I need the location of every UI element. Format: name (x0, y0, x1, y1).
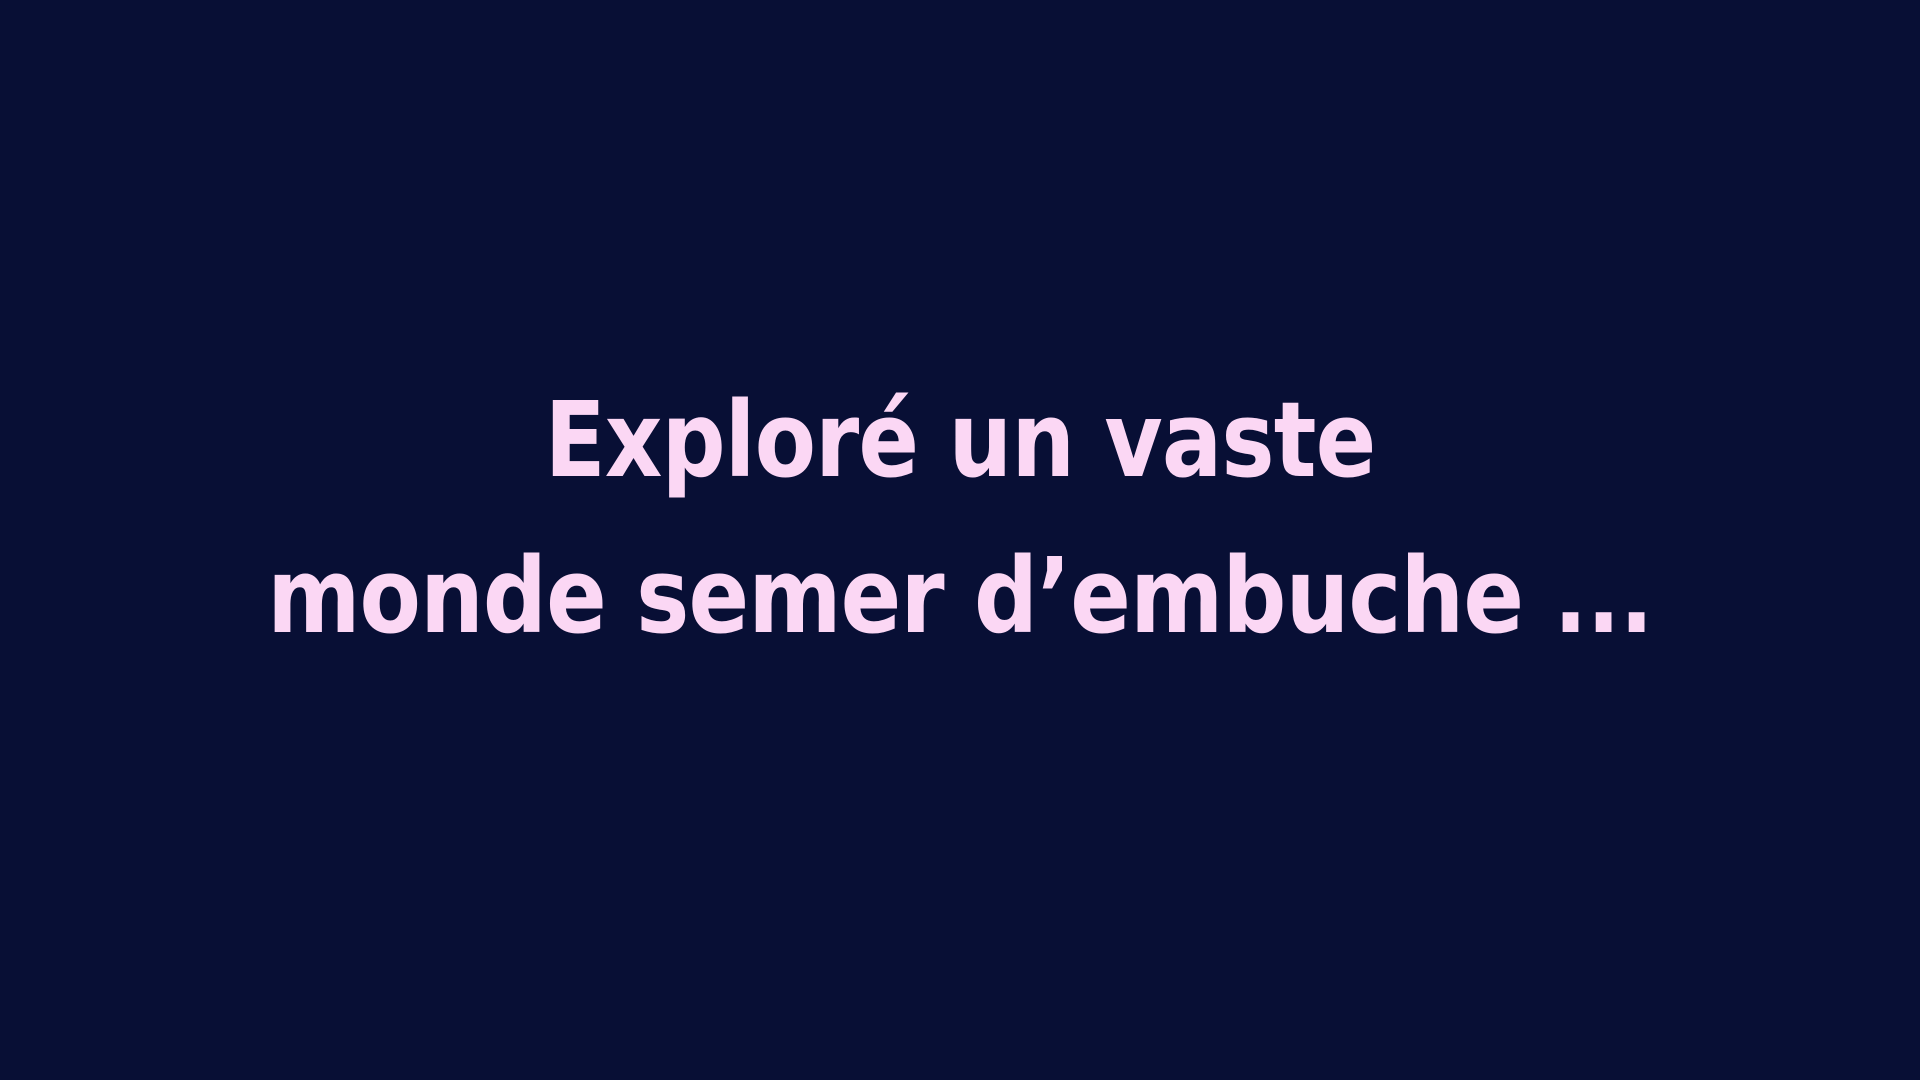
title-line-2: monde semer d’embuche ... (267, 535, 1653, 657)
title-card: Exploré un vaste monde semer d’embuche .… (0, 0, 1920, 1080)
title-line-1: Exploré un vaste (544, 379, 1377, 501)
title-text: Exploré un vaste monde semer d’embuche .… (134, 362, 1785, 674)
